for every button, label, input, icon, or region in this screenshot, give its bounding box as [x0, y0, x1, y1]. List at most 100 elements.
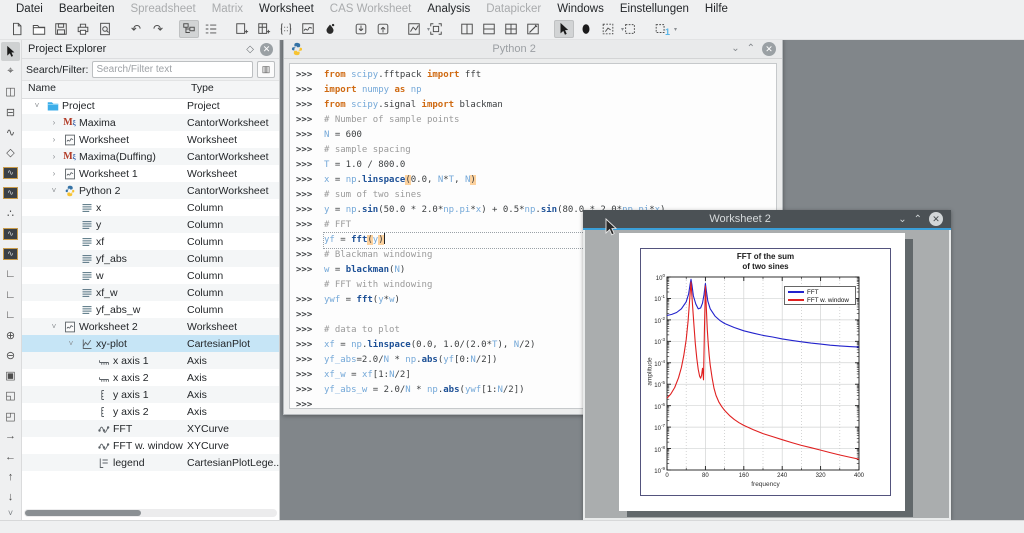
tree-row-project[interactable]: ˅ProjectProject	[22, 97, 279, 114]
menu-analysis[interactable]: Analysis	[419, 2, 478, 16]
export-icon[interactable]	[373, 20, 393, 38]
minimize-icon[interactable]: ⌄	[898, 214, 906, 225]
pointer-tool-icon[interactable]	[1, 42, 20, 61]
new-cantor-worksheet-icon[interactable]	[232, 20, 252, 38]
tree-row-maxima-duffing-[interactable]: ›MξMaxima(Duffing)CantorWorksheet	[22, 148, 279, 165]
menu-hilfe[interactable]: Hilfe	[697, 2, 736, 16]
tree-row-x-axis-2[interactable]: x axis 2Axis	[22, 369, 279, 386]
tree-row-yf-abs[interactable]: yf_absColumn	[22, 250, 279, 267]
zoom-preset-1-icon[interactable]: 1▾	[651, 20, 671, 38]
select-x-region-icon[interactable]: ◫	[1, 83, 20, 102]
tree-row-xy-plot[interactable]: ˅xy-plotCartesianPlot	[22, 335, 279, 352]
print-icon[interactable]	[73, 20, 93, 38]
layout-horizontal-icon[interactable]	[479, 20, 499, 38]
collapse-icon[interactable]: ˅	[49, 186, 59, 195]
search-filter-input[interactable]	[92, 61, 253, 78]
new-note-icon[interactable]	[320, 20, 340, 38]
fit-selection-icon[interactable]	[426, 20, 446, 38]
close-panel-icon[interactable]: ✕	[260, 43, 273, 56]
xy-plot[interactable]: FFT of the sum of two sines amplitude fr…	[640, 248, 891, 496]
tree-row-worksheet[interactable]: ›WorksheetWorksheet	[22, 131, 279, 148]
collapse-icon[interactable]: ˅	[66, 339, 76, 348]
undo-icon[interactable]: ↶	[126, 20, 146, 38]
tree-row-w[interactable]: wColumn	[22, 267, 279, 284]
explorer-horizontal-scrollbar[interactable]	[24, 509, 277, 517]
tree-row-legend[interactable]: legendCartesianPlotLege...	[22, 454, 279, 471]
tree-row-x[interactable]: xColumn	[22, 199, 279, 216]
shift-left-icon[interactable]: ←	[1, 447, 20, 466]
shift-up-icon[interactable]: ↑	[1, 468, 20, 487]
zoom-origin-icon[interactable]: ▣	[1, 366, 20, 385]
plot-template-2-icon[interactable]: ∿	[1, 184, 20, 203]
tree-row-xf[interactable]: xfColumn	[22, 233, 279, 250]
toolbar-overflow-icon[interactable]: ˅	[8, 508, 13, 518]
import-icon[interactable]	[351, 20, 371, 38]
add-x-axis-icon[interactable]: ∟	[1, 285, 20, 304]
worksheet-window-titlebar[interactable]: Worksheet 2 ⌄ ⌃ ✕	[583, 210, 951, 230]
menu-windows[interactable]: Windows	[549, 2, 612, 16]
scrollbar-thumb[interactable]	[25, 510, 141, 516]
layout-grid-icon[interactable]	[501, 20, 521, 38]
menu-bearbeiten[interactable]: Bearbeiten	[51, 2, 123, 16]
add-scatter-icon[interactable]: ∴	[1, 204, 20, 223]
open-folder-icon[interactable]	[29, 20, 49, 38]
select-cursor-icon[interactable]	[554, 20, 574, 38]
tree-row-maxima[interactable]: ›MξMaximaCantorWorksheet	[22, 114, 279, 131]
zoom-fit-icon[interactable]	[620, 20, 640, 38]
add-shape-icon[interactable]: ◇	[1, 143, 20, 162]
tree-row-y[interactable]: yColumn	[22, 216, 279, 233]
print-preview-icon[interactable]	[95, 20, 115, 38]
worksheet-view[interactable]: FFT of the sum of two sines amplitude fr…	[585, 232, 949, 518]
plot-template-3-icon[interactable]: ∿	[1, 224, 20, 243]
zoom-out-icon[interactable]: ⊖	[1, 346, 20, 365]
tree-row-fft-w-window[interactable]: FFT w. windowXYCurve	[22, 437, 279, 454]
close-icon[interactable]: ✕	[929, 212, 943, 226]
redo-icon[interactable]: ↷	[148, 20, 168, 38]
shift-right-icon[interactable]: →	[1, 427, 20, 446]
shift-down-icon[interactable]: ↓	[1, 488, 20, 507]
collapse-icon[interactable]: ˅	[32, 101, 42, 110]
column-header-type[interactable]: Type	[185, 81, 220, 95]
zoom-select-icon[interactable]: ▾	[598, 20, 618, 38]
zoom-in-icon[interactable]: ⊕	[1, 326, 20, 345]
minimize-icon[interactable]: ⌄	[731, 43, 739, 54]
new-matrix-icon[interactable]	[276, 20, 296, 38]
project-explorer-toggle-icon[interactable]	[179, 20, 199, 38]
close-icon[interactable]: ✕	[762, 42, 776, 56]
tree-row-y-axis-2[interactable]: y axis 2Axis	[22, 403, 279, 420]
add-xy-curve-icon[interactable]: ∿	[1, 123, 20, 142]
layout-vertical-icon[interactable]	[457, 20, 477, 38]
plot-template-1-icon[interactable]: ∿	[1, 164, 20, 183]
maximize-icon[interactable]: ⌃	[747, 43, 755, 54]
tree-row-x-axis-1[interactable]: x axis 1Axis	[22, 352, 279, 369]
tree-row-fft[interactable]: FFTXYCurve	[22, 420, 279, 437]
new-spreadsheet-icon[interactable]	[254, 20, 274, 38]
expand-icon[interactable]: ›	[49, 135, 59, 144]
zoom-select-tool-icon[interactable]: ⌖	[1, 62, 20, 81]
layout-edit-icon[interactable]	[523, 20, 543, 38]
menu-worksheet[interactable]: Worksheet	[251, 2, 322, 16]
tree-row-worksheet-2[interactable]: ˅Worksheet 2Worksheet	[22, 318, 279, 335]
properties-explorer-toggle-icon[interactable]	[201, 20, 221, 38]
expand-icon[interactable]: ›	[49, 118, 59, 127]
tree-row-xf-w[interactable]: xf_wColumn	[22, 284, 279, 301]
column-header-name[interactable]: Name	[22, 81, 62, 98]
plot-legend[interactable]: FFTFFT w. window	[784, 286, 856, 305]
tree-row-python-2[interactable]: ˅Python 2CantorWorksheet	[22, 182, 279, 199]
python-window-titlebar[interactable]: Python 2 ⌄ ⌃ ✕	[284, 40, 782, 59]
new-file-icon[interactable]	[7, 20, 27, 38]
new-plot-icon[interactable]: ▾	[404, 20, 424, 38]
collapse-icon[interactable]: ˅	[49, 322, 59, 331]
zoom-fit-page-icon[interactable]: ◱	[1, 387, 20, 406]
expand-icon[interactable]: ›	[49, 169, 59, 178]
expand-icon[interactable]: ›	[49, 152, 59, 161]
add-axis-icon[interactable]: ∟	[1, 305, 20, 324]
dropdown-arrow-icon[interactable]: ▾	[674, 26, 677, 33]
zoom-fit-width-icon[interactable]: ◰	[1, 407, 20, 426]
columns-config-icon[interactable]: ▥	[257, 61, 275, 78]
menu-datei[interactable]: Datei	[8, 2, 51, 16]
new-worksheet-icon[interactable]	[298, 20, 318, 38]
plot-template-4-icon[interactable]: ∿	[1, 245, 20, 264]
maximize-icon[interactable]: ⌃	[914, 214, 922, 225]
float-panel-icon[interactable]: ◇	[246, 44, 254, 55]
